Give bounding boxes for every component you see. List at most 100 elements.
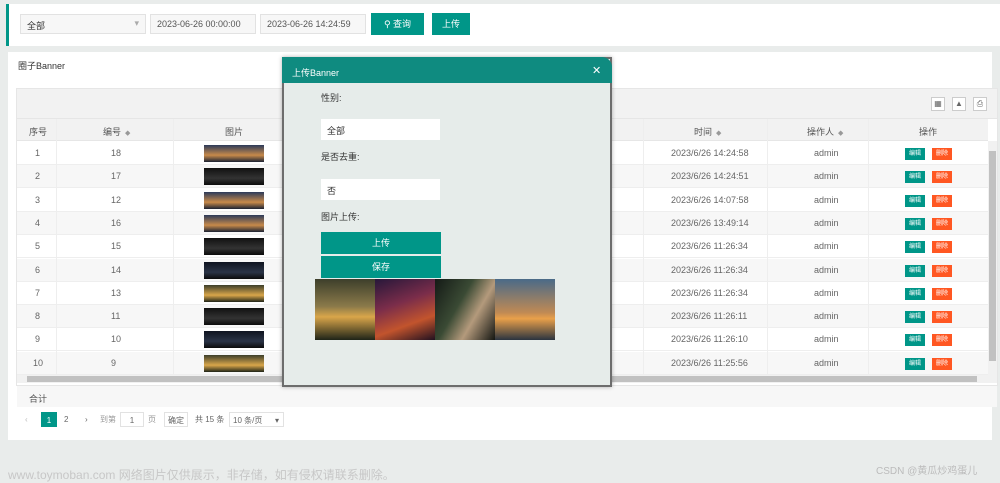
end-time-input[interactable]: 2023-06-26 14:24:59 [260, 14, 366, 34]
edit-button[interactable]: 编辑 [905, 264, 925, 277]
uploaded-image[interactable] [495, 279, 555, 340]
header-id[interactable]: 编号 ◆ [103, 125, 130, 138]
cell-time: 2023/6/26 14:07:58 [671, 194, 749, 205]
goto-confirm-button[interactable]: 确定 [164, 412, 188, 427]
dedupe-label: 是否去重: [321, 152, 360, 162]
cell-time: 2023/6/26 11:26:34 [671, 264, 748, 275]
cell-time: 2023/6/26 13:49:14 [671, 217, 749, 228]
cell-id: 12 [111, 194, 122, 205]
gender-select-value: 全部 [27, 21, 46, 31]
cell-seq: 5 [35, 241, 41, 252]
vertical-scrollbar[interactable] [988, 141, 997, 375]
cell-time: 2023/6/26 11:26:34 [671, 287, 748, 298]
header-time[interactable]: 时间 ◆ [694, 125, 721, 138]
banner-thumbnail[interactable] [204, 308, 264, 326]
banner-thumbnail[interactable] [204, 238, 264, 256]
banner-thumbnail[interactable] [204, 331, 264, 349]
gender-select[interactable]: 全部 ▾ [20, 14, 146, 34]
cell-seq: 4 [35, 217, 41, 228]
cell-time: 2023/6/26 11:26:11 [671, 311, 748, 322]
uploaded-image[interactable] [375, 279, 435, 340]
cell-id: 16 [111, 217, 122, 228]
close-icon[interactable]: ✕ [592, 64, 601, 77]
watermark-text: www.toymoban.com 网络图片仅供展示，非存储，如有侵权请联系删除。 [8, 468, 395, 482]
col-divider [56, 119, 57, 377]
cell-operator: admin [814, 194, 839, 205]
uploaded-image[interactable] [435, 279, 495, 340]
delete-button[interactable]: 删除 [932, 148, 952, 160]
header-operator[interactable]: 操作人 ◆ [807, 125, 843, 138]
delete-button[interactable]: 删除 [932, 194, 952, 207]
next-page-button[interactable]: › [85, 412, 88, 427]
banner-thumbnail[interactable] [204, 191, 264, 209]
page-2-button[interactable]: 2 [64, 412, 68, 427]
cell-time: 2023/6/26 11:25:56 [671, 357, 748, 368]
columns-icon[interactable]: ▦ [931, 97, 945, 111]
start-time-input[interactable]: 2023-06-26 00:00:00 [150, 14, 256, 34]
prev-page-button[interactable]: ‹ [25, 412, 28, 427]
cell-operator: admin [814, 264, 839, 275]
chevron-down-icon: ▾ [134, 18, 139, 28]
cell-time: 2023/6/26 14:24:51 [671, 171, 749, 182]
upload-button[interactable]: 上传 [432, 13, 470, 35]
page-1-button[interactable]: 1 [41, 412, 57, 427]
col-divider [173, 119, 174, 377]
cell-seq: 6 [35, 264, 41, 275]
cell-seq: 1 [35, 148, 41, 158]
cell-operator: admin [814, 311, 839, 322]
per-page-select[interactable]: 10 条/页 ▾ [229, 412, 284, 427]
cell-operator: admin [814, 217, 839, 228]
delete-button[interactable]: 删除 [932, 217, 952, 230]
total-count: 共 15 条 [195, 415, 225, 424]
modal-save-button[interactable]: 保存 [321, 256, 441, 278]
banner-thumbnail[interactable] [204, 145, 264, 162]
cell-operator: admin [814, 334, 839, 345]
edit-button[interactable]: 编辑 [905, 217, 925, 230]
delete-button[interactable]: 删除 [932, 171, 952, 184]
header-actions: 操作 [919, 127, 938, 137]
banner-thumbnail[interactable] [204, 168, 264, 186]
edit-button[interactable]: 编辑 [905, 241, 925, 254]
delete-button[interactable]: 删除 [932, 311, 952, 324]
cell-id: 17 [111, 171, 122, 182]
edit-button[interactable]: 编辑 [905, 311, 925, 324]
edit-button[interactable]: 编辑 [905, 194, 925, 207]
cell-id: 18 [111, 148, 122, 158]
delete-button[interactable]: 删除 [932, 287, 952, 300]
gender-field[interactable]: 全部 [321, 119, 440, 140]
search-button[interactable]: ⚲ 查询 [371, 13, 424, 35]
delete-button[interactable]: 删除 [932, 357, 952, 370]
cell-seq: 2 [35, 171, 41, 182]
edit-button[interactable]: 编辑 [905, 334, 925, 347]
print-icon[interactable]: ⎙ [973, 97, 987, 111]
dedupe-field[interactable]: 否 [321, 179, 440, 200]
cell-id: 14 [111, 264, 122, 275]
col-divider [643, 119, 644, 377]
delete-button[interactable]: 删除 [932, 264, 952, 277]
cell-operator: admin [814, 148, 839, 158]
gender-label: 性别: [321, 93, 342, 103]
goto-page-input[interactable]: 1 [120, 412, 144, 427]
edit-button[interactable]: 编辑 [905, 357, 925, 370]
modal-title: 上传Banner [292, 68, 340, 78]
modal-upload-button[interactable]: 上传 [321, 232, 441, 254]
export-icon[interactable]: ▲ [952, 97, 966, 111]
col-divider [767, 119, 768, 377]
delete-button[interactable]: 删除 [932, 334, 952, 347]
search-button-label: 查询 [393, 19, 412, 29]
uploaded-image[interactable] [315, 279, 375, 340]
col-divider [868, 119, 869, 377]
header-seq: 序号 [29, 127, 48, 137]
edit-button[interactable]: 编辑 [905, 148, 925, 160]
edit-button[interactable]: 编辑 [905, 171, 925, 184]
total-row: 合计 [17, 385, 997, 407]
cell-id: 9 [111, 357, 117, 368]
cell-seq: 10 [33, 357, 44, 368]
delete-button[interactable]: 删除 [932, 241, 952, 254]
cell-id: 11 [111, 311, 121, 322]
banner-thumbnail[interactable] [204, 261, 264, 279]
banner-thumbnail[interactable] [204, 214, 264, 232]
banner-thumbnail[interactable] [204, 354, 264, 372]
banner-thumbnail[interactable] [204, 284, 264, 302]
edit-button[interactable]: 编辑 [905, 287, 925, 300]
